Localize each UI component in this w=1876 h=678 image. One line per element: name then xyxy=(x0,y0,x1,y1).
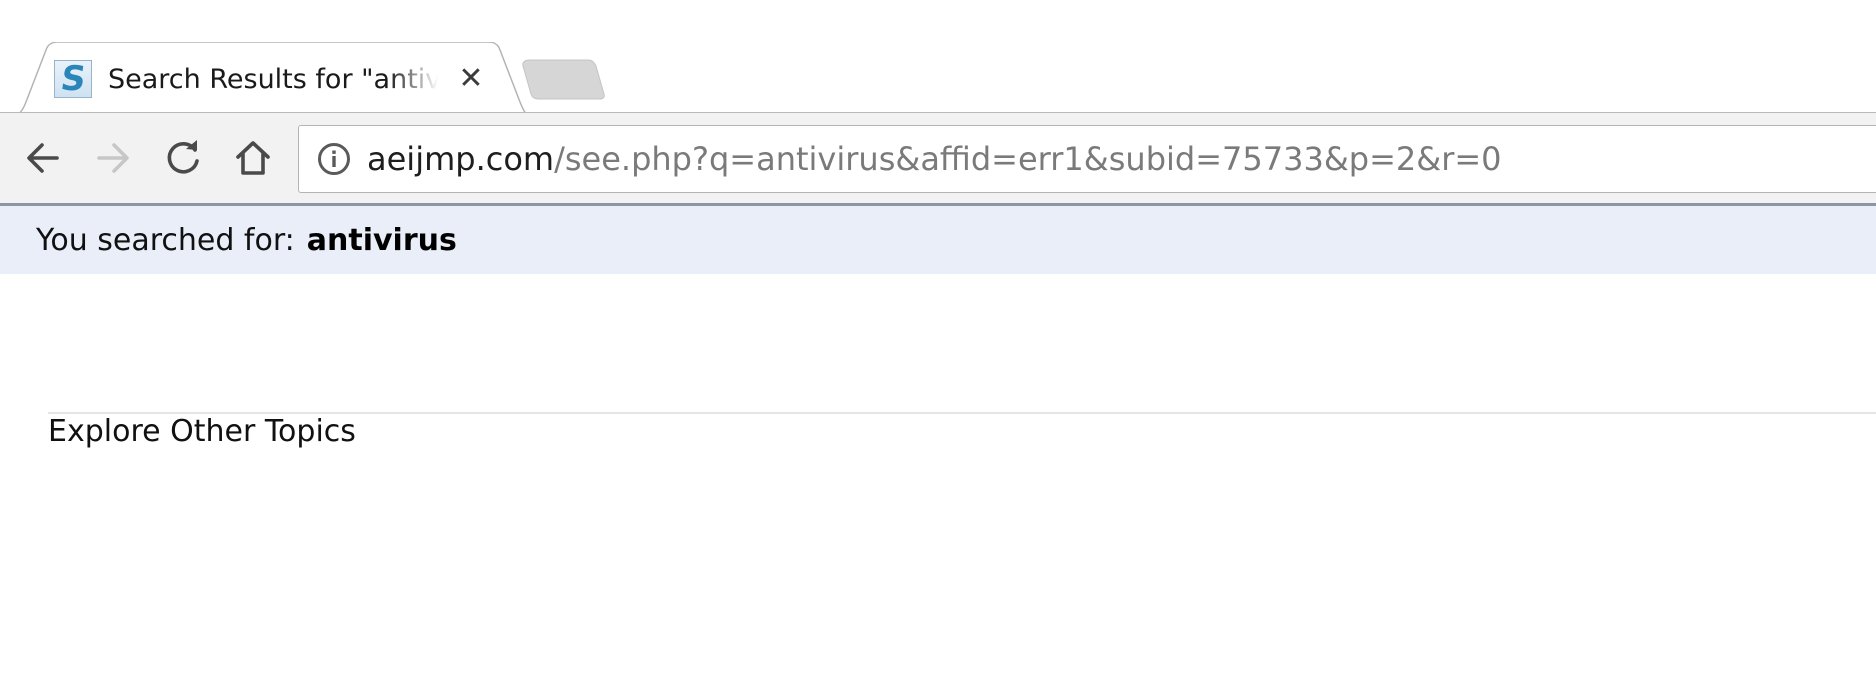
tab-title: Search Results for "antivirus" xyxy=(108,63,438,95)
home-icon xyxy=(236,141,270,175)
searched-for-label: You searched for: xyxy=(36,222,295,258)
reload-button[interactable] xyxy=(160,135,206,181)
home-button[interactable] xyxy=(230,135,276,181)
tab-close-icon[interactable]: ✕ xyxy=(456,64,486,94)
new-tab-button[interactable] xyxy=(520,58,606,100)
url-path: /see.php?q=antivirus&affid=err1&subid=75… xyxy=(554,140,1502,178)
reload-icon xyxy=(167,140,199,174)
forward-button[interactable] xyxy=(90,135,136,181)
browser-toolbar: aeijmp.com/see.php?q=antivirus&affid=err… xyxy=(0,112,1876,206)
browser-chrome: S Search Results for "antivirus" ✕ xyxy=(0,0,1876,206)
url-host: aeijmp.com xyxy=(367,140,555,178)
url-text: aeijmp.com/see.php?q=antivirus&affid=err… xyxy=(367,140,1502,178)
search-summary-bar: You searched for: antivirus xyxy=(0,206,1876,274)
explore-topics-heading: Explore Other Topics xyxy=(48,414,356,449)
arrow-right-icon xyxy=(97,143,129,173)
arrow-left-icon xyxy=(27,143,59,173)
search-term: antivirus xyxy=(306,222,457,258)
site-info-icon[interactable] xyxy=(317,142,351,176)
tab-search-results[interactable]: S Search Results for "antivirus" ✕ xyxy=(48,52,488,106)
back-button[interactable] xyxy=(20,135,66,181)
site-favicon-icon: S xyxy=(54,59,92,99)
tab-strip: S Search Results for "antivirus" ✕ xyxy=(0,0,1876,116)
address-bar[interactable]: aeijmp.com/see.php?q=antivirus&affid=err… xyxy=(298,125,1876,193)
